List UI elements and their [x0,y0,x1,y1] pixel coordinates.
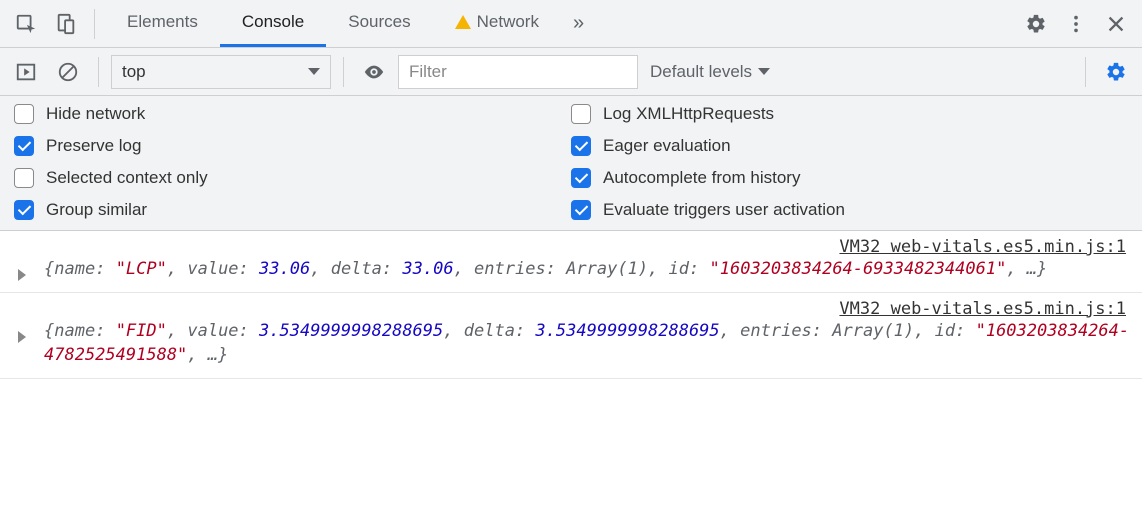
console-message: VM32 web-vitals.es5.min.js:1{name: "LCP"… [0,231,1142,293]
tab-console[interactable]: Console [220,0,326,47]
checkbox-icon [571,136,591,156]
setting-label: Eager evaluation [603,136,731,156]
chevron-down-icon [758,68,770,75]
inspect-element-icon[interactable] [8,6,44,42]
toggle-sidebar-icon[interactable] [8,54,44,90]
setting-option[interactable]: Group similar [14,200,571,220]
checkbox-icon [14,168,34,188]
setting-option[interactable]: Selected context only [14,168,571,188]
setting-option[interactable]: Eager evaluation [571,136,1128,156]
console-toolbar: top Default levels [0,48,1142,96]
chevron-down-icon [308,68,320,75]
message-object[interactable]: {name: "LCP", value: 33.06, delta: 33.06… [16,257,1132,282]
setting-label: Hide network [46,104,145,124]
setting-label: Selected context only [46,168,208,188]
setting-label: Log XMLHttpRequests [603,104,774,124]
panel-tabs: Elements Console Sources Network [105,0,561,47]
setting-label: Preserve log [46,136,141,156]
checkbox-icon [571,168,591,188]
checkbox-icon [14,200,34,220]
devtools-tabstrip: Elements Console Sources Network » [0,0,1142,48]
tab-sources[interactable]: Sources [326,0,432,47]
divider [98,57,99,87]
log-levels-selector[interactable]: Default levels [644,62,776,82]
close-icon[interactable] [1098,6,1134,42]
divider [1085,57,1086,87]
setting-label: Autocomplete from history [603,168,800,188]
console-message: VM32 web-vitals.es5.min.js:1{name: "FID"… [0,293,1142,379]
checkbox-icon [571,200,591,220]
checkbox-icon [571,104,591,124]
context-selector-value: top [122,62,146,82]
tab-network[interactable]: Network [433,0,561,47]
settings-gear-icon[interactable] [1018,6,1054,42]
more-tabs-button[interactable]: » [565,12,592,35]
divider [343,57,344,87]
live-expression-icon[interactable] [356,54,392,90]
checkbox-icon [14,136,34,156]
message-source-link[interactable]: VM32 web-vitals.es5.min.js:1 [16,299,1132,319]
clear-console-icon[interactable] [50,54,86,90]
kebab-menu-icon[interactable] [1058,6,1094,42]
context-selector[interactable]: top [111,55,331,89]
setting-label: Group similar [46,200,147,220]
setting-option[interactable]: Evaluate triggers user activation [571,200,1128,220]
disclosure-triangle-icon[interactable] [18,331,26,343]
console-settings-panel: Hide network Log XMLHttpRequests Preserve … [0,96,1142,231]
disclosure-triangle-icon[interactable] [18,269,26,281]
message-source-link[interactable]: VM32 web-vitals.es5.min.js:1 [16,237,1132,257]
setting-option[interactable]: Log XMLHttpRequests [571,104,1128,124]
setting-option[interactable]: Preserve log [14,136,571,156]
setting-label: Evaluate triggers user activation [603,200,845,220]
checkbox-icon [14,104,34,124]
tab-elements[interactable]: Elements [105,0,220,47]
warning-icon [455,15,471,29]
setting-option[interactable]: Autocomplete from history [571,168,1128,188]
device-toolbar-icon[interactable] [48,6,84,42]
divider [94,9,95,39]
filter-input[interactable] [398,55,638,89]
setting-option[interactable]: Hide network [14,104,571,124]
message-object[interactable]: {name: "FID", value: 3.5349999998288695,… [16,319,1132,368]
console-messages: VM32 web-vitals.es5.min.js:1{name: "LCP"… [0,231,1142,379]
console-settings-gear-icon[interactable] [1098,54,1134,90]
